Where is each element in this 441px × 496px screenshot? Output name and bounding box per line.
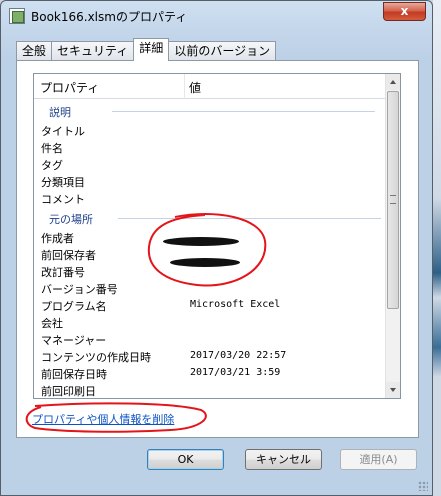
property-name: コンテンツの作成日時: [41, 351, 151, 364]
property-name: タイトル: [41, 125, 85, 138]
list-item[interactable]: マネージャー: [34, 331, 387, 348]
remove-properties-link[interactable]: プロパティや個人情報を削除: [32, 411, 174, 427]
redaction-mark-author: [163, 237, 239, 246]
property-name: バージョン番号: [41, 283, 118, 296]
apply-button[interactable]: 適用(A): [340, 449, 417, 470]
property-name: 作成者: [41, 232, 74, 245]
vertical-scrollbar[interactable]: [385, 74, 400, 398]
property-value[interactable]: 2017/03/21 3:59: [190, 367, 280, 378]
tab-details[interactable]: 詳細: [133, 38, 170, 61]
tab-previous-versions[interactable]: 以前のバージョン: [168, 41, 277, 61]
list-item[interactable]: タイトル: [34, 122, 387, 139]
property-name: 前回保存日時: [41, 368, 107, 381]
tab-general[interactable]: 全般: [16, 41, 53, 61]
list-item[interactable]: 件名: [34, 139, 387, 156]
property-name: 改訂番号: [41, 266, 85, 279]
column-header-value[interactable]: 値: [189, 79, 201, 96]
excel-file-icon: [9, 8, 25, 24]
list-item[interactable]: コンテンツの作成日時 2017/03/20 22:57: [34, 348, 387, 365]
group-title: 元の場所: [49, 213, 93, 226]
list-item[interactable]: プログラム名 Microsoft Excel: [34, 297, 387, 314]
column-header-property[interactable]: プロパティ: [40, 79, 99, 96]
property-name: マネージャー: [41, 334, 107, 347]
tab-security[interactable]: セキュリティ: [51, 41, 135, 61]
list-item[interactable]: 分類項目: [34, 173, 387, 190]
redaction-mark-last-saved-by: [170, 258, 240, 267]
scroll-down-arrow-icon[interactable]: [386, 382, 400, 398]
property-name: 会社: [41, 317, 63, 330]
scroll-up-arrow-icon[interactable]: [386, 74, 400, 90]
group-title: 説明: [49, 106, 71, 119]
list-item[interactable]: 前回印刷日: [34, 382, 387, 398]
list-rows: 説明 タイトル 件名 タグ 分類項目 コメント 元の場所 作成者 前回保存者 改…: [34, 100, 387, 398]
resize-grip-icon[interactable]: [418, 481, 428, 491]
cancel-button[interactable]: キャンセル: [245, 449, 322, 470]
property-value[interactable]: Microsoft Excel: [190, 299, 280, 310]
list-header: プロパティ 値: [34, 74, 387, 99]
title-bar[interactable]: Book166.xlsmのプロパティ x: [1, 1, 432, 31]
properties-dialog: Book166.xlsmのプロパティ x 全般 セキュリティ 詳細 以前のバージ…: [0, 0, 433, 496]
column-separator[interactable]: [184, 74, 185, 99]
property-name: プログラム名: [41, 300, 107, 313]
group-description[interactable]: 説明: [34, 100, 387, 122]
list-item[interactable]: バージョン番号: [34, 280, 387, 297]
window-title: Book166.xlsmのプロパティ: [31, 10, 188, 24]
property-name: 前回保存者: [41, 249, 96, 262]
details-panel: プロパティ 値 説明 タイトル 件名 タグ 分類項目 コメント 元の場所 作成者: [16, 60, 419, 438]
list-item[interactable]: タグ: [34, 156, 387, 173]
background-window-edge: [433, 0, 441, 496]
group-divider: [118, 218, 381, 219]
close-button[interactable]: x: [383, 2, 426, 21]
ok-button[interactable]: OK: [147, 449, 224, 470]
list-item[interactable]: コメント: [34, 190, 387, 207]
property-name: 前回印刷日: [41, 385, 96, 398]
list-item[interactable]: 会社: [34, 314, 387, 331]
property-name: 分類項目: [41, 176, 85, 189]
tab-strip: 全般 セキュリティ 詳細 以前のバージョン: [16, 38, 277, 61]
group-divider: [112, 111, 375, 112]
property-name: 件名: [41, 142, 63, 155]
properties-list[interactable]: プロパティ 値 説明 タイトル 件名 タグ 分類項目 コメント 元の場所 作成者: [33, 73, 401, 399]
scroll-thumb[interactable]: [387, 91, 399, 309]
group-origin[interactable]: 元の場所: [34, 207, 387, 229]
list-item[interactable]: 前回保存日時 2017/03/21 3:59: [34, 365, 387, 382]
property-name: タグ: [41, 159, 63, 172]
property-name: コメント: [41, 193, 85, 206]
property-value[interactable]: 2017/03/20 22:57: [190, 350, 286, 361]
